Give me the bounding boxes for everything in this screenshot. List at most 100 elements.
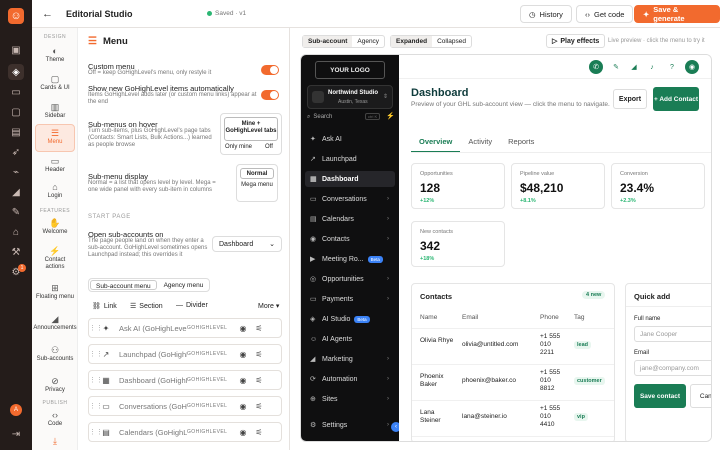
more-button[interactable]: More ▾ (258, 302, 279, 310)
drag-handle-icon[interactable]: ⋮⋮ (89, 324, 103, 332)
add-link-button[interactable]: ⛓ Link (92, 302, 117, 311)
ghl-sidebar-item[interactable]: ▤ Calendars › (305, 211, 395, 227)
tab-reports[interactable]: Reports (500, 137, 542, 153)
menu-row[interactable]: ⋮⋮▦ Dashboard (GoHighLevel)GOHIGHLEVEL ◉⚟ (88, 370, 282, 390)
add-contact-button[interactable]: + Add Contact (653, 87, 699, 111)
get-code-button[interactable]: ‹› Get code (576, 5, 634, 23)
eye-icon[interactable]: ◉ (235, 324, 251, 333)
rocket-icon[interactable]: ➶ (8, 144, 24, 160)
table-row[interactable]: +1 555 (412, 436, 614, 441)
ghl-sidebar-item[interactable]: ▶ Meeting Ro... Beta (305, 251, 395, 267)
table-row[interactable]: Olivia Rhye olivia@untitled.com +1 555 010… (412, 328, 614, 362)
ghl-sidebar-item[interactable]: ☺ AI Agents (305, 331, 395, 347)
avatar[interactable]: A (10, 404, 22, 416)
drag-handle-icon[interactable]: ⋮⋮ (89, 350, 103, 358)
nav-contact-actions[interactable]: ⚡ Contact actions (35, 244, 75, 274)
preview-collapsed[interactable]: Collapsed (432, 36, 471, 47)
bolt-icon[interactable]: ⚡ (386, 112, 395, 120)
phone-icon[interactable]: ✆ (589, 60, 603, 74)
sliders-icon[interactable]: ⚟ (251, 350, 267, 359)
drag-handle-icon[interactable]: ⋮⋮ (89, 376, 103, 384)
ghl-sidebar-item[interactable]: ⚙ Settings › (305, 417, 395, 433)
menu-row-label[interactable]: Ask AI (GoHighLevel) (119, 324, 187, 333)
hover-opt-only-mine[interactable]: Only mine (225, 144, 252, 150)
ghl-sidebar-item[interactable]: ✦ Ask AI (305, 131, 395, 147)
account-switcher[interactable]: Northwind Studio Austin, Texas ⇕ (307, 85, 393, 109)
display-opt-mega[interactable]: Mega menu (240, 182, 274, 189)
nav-announcements[interactable]: ◢ Announcements (33, 310, 76, 338)
menu-row[interactable]: ⋮⋮ ✦ Ask AI (GoHighLevel) GOHIGHLEVEL ◉ ⚟ (88, 318, 282, 338)
back-arrow-icon[interactable]: ← (42, 8, 53, 20)
cancel-button[interactable]: Cancel (690, 384, 711, 408)
eye-icon[interactable]: ◉ (235, 402, 251, 411)
start-page-select[interactable]: Dashboard ⌄ (212, 236, 282, 252)
sliders-icon[interactable]: ⚟ (251, 402, 267, 411)
pen-icon[interactable]: ✎ (8, 204, 24, 220)
save-generate-button[interactable]: ✦ Save & generate (634, 5, 720, 23)
briefcase-icon[interactable]: ▣ (8, 42, 24, 58)
menu-row-label[interactable]: Conversations (GoHighLevel) (119, 402, 187, 411)
ghl-sidebar-item[interactable]: ⊕ Sites › (305, 391, 395, 407)
tab-agency-menu[interactable]: Agency menu (159, 280, 209, 290)
tag-icon[interactable]: ⌂ (8, 224, 24, 240)
display-opt-normal[interactable]: Normal (240, 168, 274, 179)
eye-icon[interactable]: ◉ (235, 350, 251, 359)
nav-sub-accounts[interactable]: ⚇ Sub-accounts (35, 340, 75, 370)
user-avatar[interactable]: ◉ (685, 60, 699, 74)
ghl-sidebar-item[interactable]: ◈ AI Studio Beta (305, 311, 395, 327)
help-icon[interactable]: ? (665, 60, 679, 74)
nav-theme[interactable]: ◐ Theme (35, 42, 75, 70)
drag-handle-icon[interactable]: ⋮⋮ (89, 428, 103, 436)
nav-download[interactable]: ⤓ (35, 432, 75, 450)
ghl-sidebar-item[interactable]: ▦ Dashboard (305, 171, 395, 187)
table-row[interactable]: Phoenix Baker phoenix@baker.co +1 555 010 … (412, 364, 614, 398)
history-button[interactable]: ◷ History (520, 5, 572, 23)
nav-menu[interactable]: ☰ Menu (35, 124, 75, 152)
full-name-input[interactable]: Jane Cooper (634, 326, 711, 342)
sliders-icon[interactable]: ⚟ (251, 428, 267, 437)
app-logo-icon[interactable]: ☺ (8, 8, 24, 24)
table-row[interactable]: Lana Steiner lana@steiner.io +1 555 010 44… (412, 400, 614, 434)
sliders-icon[interactable]: ⚟ (251, 324, 267, 333)
menu-row-label[interactable]: Calendars (GoHighLevel) (119, 428, 187, 437)
hover-opt-mine-ghl[interactable]: Mine + GoHighLevel tabs (224, 117, 278, 141)
megaphone-icon[interactable]: ◢ (627, 60, 641, 74)
ghl-sidebar-item[interactable]: ◉ Contacts › (305, 231, 395, 247)
ghl-sidebar-item[interactable]: ◢ Marketing › (305, 351, 395, 367)
ghl-sidebar-item[interactable]: ↗ Launchpad (305, 151, 395, 167)
tab-sub-account-menu[interactable]: Sub-account menu (90, 280, 157, 290)
nav-cards[interactable]: ▢ Cards & UI (35, 70, 75, 98)
save-contact-button[interactable]: Save contact (634, 384, 686, 408)
nav-floating-menu[interactable]: ⊞ Floating menu (35, 278, 75, 308)
plug-icon[interactable]: ⌁ (8, 164, 24, 180)
export-button[interactable]: Export (613, 89, 647, 109)
bell-icon[interactable]: ♪ (645, 60, 659, 74)
tab-activity[interactable]: Activity (460, 137, 500, 153)
play-effects-button[interactable]: ▷ Play effects (546, 34, 606, 48)
nav-login[interactable]: ⌂ Login (35, 178, 75, 206)
sliders-icon[interactable]: ⚟ (251, 376, 267, 385)
add-section-button[interactable]: ☰ Section (130, 302, 163, 311)
preview-agency[interactable]: Agency (352, 36, 384, 47)
nav-privacy[interactable]: ⊘ Privacy (35, 372, 75, 400)
menu-row-label[interactable]: Launchpad (GoHighLevel) (119, 350, 187, 359)
menu-row-label[interactable]: Dashboard (GoHighLevel) (119, 376, 187, 385)
hover-opt-off[interactable]: Off (265, 144, 273, 150)
inbox-icon[interactable]: ▭ (8, 84, 24, 100)
menu-row[interactable]: ⋮⋮▭ Conversations (GoHighLevel)GOHIGHLEVE… (88, 396, 282, 416)
show-new-toggle[interactable] (261, 90, 279, 100)
nav-code[interactable]: ‹› Code (35, 406, 75, 434)
logout-icon[interactable]: ⇥ (8, 426, 24, 442)
tab-overview[interactable]: Overview (411, 137, 461, 153)
nav-sidebar[interactable]: ▥ Sidebar (35, 98, 75, 126)
ghl-sidebar-item[interactable]: ▭ Payments › (305, 291, 395, 307)
ghl-sidebar-item[interactable]: ▭ Conversations › (305, 191, 395, 207)
preview-sub-account[interactable]: Sub-account (303, 36, 353, 47)
wand-icon[interactable]: ✎ (609, 60, 623, 74)
nav-header[interactable]: ▭ Header (35, 152, 75, 180)
tools-icon[interactable]: ⚒ (8, 244, 24, 260)
custom-menu-toggle[interactable] (261, 65, 279, 75)
eye-icon[interactable]: ◉ (235, 428, 251, 437)
menu-row[interactable]: ⋮⋮▤ Calendars (GoHighLevel)GOHIGHLEVEL ◉⚟ (88, 422, 282, 442)
eye-icon[interactable]: ◉ (235, 376, 251, 385)
